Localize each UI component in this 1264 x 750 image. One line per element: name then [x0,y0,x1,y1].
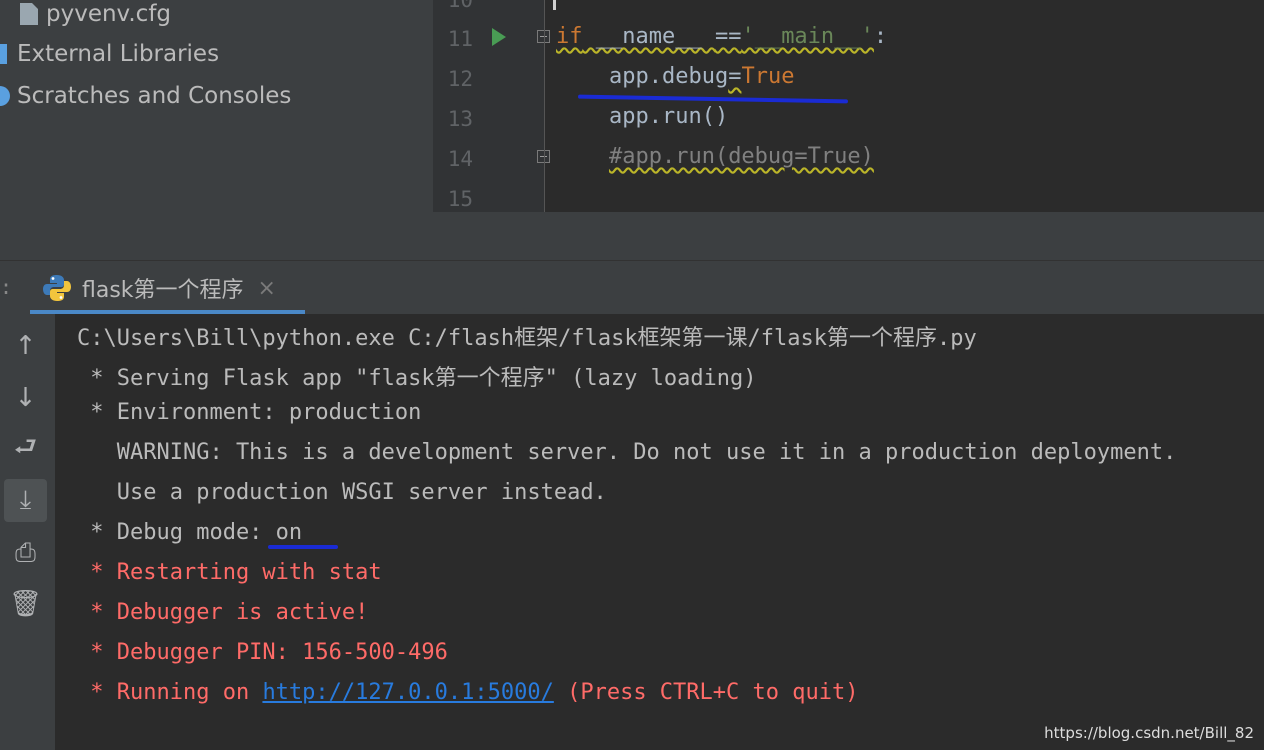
tree-item-label: External Libraries [17,41,220,67]
text-cursor [553,0,556,10]
code-line-14: #app.run(debug=True) [556,144,874,169]
run-tool-window-header: : flask第一个程序 × [0,260,1264,314]
scratch-icon [0,86,10,106]
up-arrow-icon[interactable]: ↑ [4,324,47,367]
line-number: 13 [447,107,473,131]
watermark: https://blog.csdn.net/Bill_82 [1044,724,1254,742]
print-icon[interactable]: ⎙ [4,532,47,575]
down-arrow-icon[interactable]: ↓ [4,376,47,419]
string-main: '__main__' [741,24,874,49]
console-output[interactable]: C:\Users\Bill\python.exe C:/flash框架/flas… [55,314,1264,750]
keyword-true: True [741,64,795,89]
console-line-stderr: * Running on http://127.0.0.1:5000/ (Pre… [77,680,858,705]
code-comment: #app.run(debug=True) [608,144,874,169]
run-gutter-icon[interactable] [492,28,506,46]
console-line: C:\Users\Bill\python.exe C:/flash框架/flas… [77,326,977,351]
tool-window-options[interactable]: : [0,275,12,299]
tree-item-scratches[interactable]: Scratches and Consoles [0,76,291,116]
code-debug-attr: debug [661,64,729,89]
tree-item-label: Scratches and Consoles [17,83,292,109]
close-icon[interactable]: × [258,276,276,301]
line-number: 14 [447,147,473,171]
editor-empty-area [433,212,1264,260]
trash-icon[interactable]: 🗑 [4,582,47,625]
project-tree-panel: pyvenv.cfg External Libraries Scratches … [0,0,433,260]
soft-wrap-icon[interactable]: ⮐ [4,428,47,471]
console-line: * Debug mode: on [77,520,303,545]
annotation-underline [268,545,338,549]
dunder-name: __name__ [582,24,715,49]
line-number: 15 [447,187,473,211]
tab-label: flask第一个程序 [82,278,244,303]
console-line-stderr: * Restarting with stat [77,560,382,585]
file-icon [20,3,38,25]
editor-gutter: 10 11 12 13 14 15 [433,0,550,212]
console-line-stderr: * Debugger PIN: 156-500-496 [77,640,448,665]
server-url-link[interactable]: http://127.0.0.1:5000/ [262,680,553,705]
code-line-12: app.debug=True [556,64,794,89]
keyword-if: if [556,24,583,49]
scroll-to-end-icon[interactable]: ⤓ [4,479,47,522]
line-number: 11 [447,27,473,51]
line-number: 12 [447,67,473,91]
code-line-11: if __name__ =='__main__': [556,24,887,49]
console-line-stderr: * Debugger is active! [77,600,369,625]
run-side-toolbar: ↑ ↓ ⮐ ⤓ ⎙ 🗑 [0,314,55,750]
console-line: WARNING: This is a development server. D… [77,440,1177,465]
console-line: * Serving Flask app "flask第一个程序" (lazy l… [77,366,757,391]
tree-item-external-libraries[interactable]: External Libraries [0,34,219,74]
annotation-underline [577,94,849,104]
operator-eq: == [714,24,742,49]
gutter-divider [544,0,545,212]
running-prefix: * Running on [77,680,263,705]
code-line-13: app.run() [556,104,729,129]
library-icon [0,44,7,64]
console-line: * Environment: production [77,400,422,425]
code-app: app. [556,64,662,89]
tab-run-config[interactable]: flask第一个程序 × [30,261,305,315]
line-number: 10 [447,0,473,12]
tree-item-pyvenv[interactable]: pyvenv.cfg [20,0,171,34]
python-icon [42,273,72,303]
colon: : [873,24,888,49]
code-editor[interactable]: 10 11 12 13 14 15 if __name__ =='__main_… [433,0,1264,212]
code-assign: = [728,64,742,89]
console-line: Use a production WSGI server instead. [77,480,607,505]
tree-item-label: pyvenv.cfg [46,1,172,27]
running-suffix: (Press CTRL+C to quit) [553,680,859,705]
